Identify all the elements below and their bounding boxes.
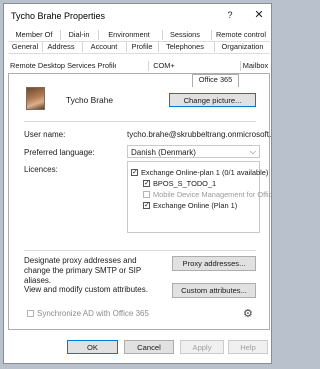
tab-sessions[interactable]: Sessions <box>162 30 207 40</box>
custom-attributes-button[interactable]: Custom attributes... <box>172 283 256 298</box>
username-value: tycho.brahe@skrubbeltrang.onmicrosoft.co… <box>127 130 272 139</box>
tab-environment[interactable]: Environment <box>98 30 159 40</box>
proxy-addresses-label: Proxy addresses... <box>182 259 246 268</box>
licence-label: Mobile Device Management for Office 365 <box>153 190 271 199</box>
separator <box>24 121 256 122</box>
licence-item: Mobile Device Management for Office 365 <box>143 189 271 200</box>
checkbox-checked-icon[interactable]: ✓ <box>143 202 150 209</box>
help-icon[interactable]: ? <box>223 10 237 20</box>
cancel-label: Cancel <box>137 342 161 352</box>
licence-item[interactable]: ✓ BPOS_S_TODO_1 <box>143 178 216 189</box>
licence-item[interactable]: ✓ Exchange Online (Plan 1) <box>143 200 237 211</box>
tab-telephones[interactable]: Telephones <box>158 42 211 52</box>
language-select[interactable]: Danish (Denmark) ⌵ <box>127 145 260 158</box>
change-picture-button[interactable]: Change picture... <box>169 93 256 107</box>
tab-profile[interactable]: Profile <box>126 42 157 52</box>
licence-label: Exchange Online-plan 1 (0/1 available) <box>141 168 269 177</box>
apply-button[interactable]: Apply <box>180 340 224 354</box>
tab-com-plus[interactable]: COM+ <box>148 61 179 71</box>
close-icon[interactable]: ✕ <box>252 8 266 21</box>
avatar <box>26 87 45 110</box>
cancel-button[interactable]: Cancel <box>124 340 174 354</box>
checkbox-unchecked-icon[interactable] <box>27 310 34 317</box>
change-picture-label: Change picture... <box>183 95 242 105</box>
window-title: Tycho Brahe Properties <box>11 11 106 21</box>
licence-label: Exchange Online (Plan 1) <box>153 201 238 210</box>
checkbox-unchecked-icon <box>143 191 150 198</box>
licences-label: Licences: <box>24 165 58 174</box>
help-button[interactable]: Help <box>228 340 268 354</box>
tab-address[interactable]: Address <box>42 42 79 52</box>
sync-label: Synchronize AD with Office 365 <box>37 309 149 318</box>
custom-attributes-label: Custom attributes... <box>181 286 247 295</box>
tab-strip: Member Of Dial-in Environment Sessions R… <box>8 29 270 87</box>
language-label: Preferred language: <box>24 148 95 157</box>
ok-label: OK <box>87 342 98 352</box>
username-label: User name: <box>24 130 66 139</box>
tab-dial-in[interactable]: Dial-in <box>60 30 97 40</box>
tab-member-of[interactable]: Member Of <box>10 30 58 40</box>
separator <box>24 250 256 251</box>
sync-option[interactable]: Synchronize AD with Office 365 <box>27 309 149 318</box>
ok-button[interactable]: OK <box>67 340 118 354</box>
custom-description: View and modify custom attributes. <box>24 285 148 294</box>
office365-panel: Tycho Brahe Change picture... User name:… <box>8 73 272 330</box>
chevron-down-icon: ⌵ <box>249 147 256 156</box>
licences-tree: ✓ Exchange Online-plan 1 (0/1 available)… <box>127 161 271 233</box>
checkbox-checked-icon[interactable]: ✓ <box>143 180 150 187</box>
display-name: Tycho Brahe <box>66 95 114 105</box>
proxy-description: Designate proxy addresses and change the… <box>24 256 142 285</box>
tab-remote-control[interactable]: Remote control <box>211 30 270 40</box>
tab-general[interactable]: General <box>10 42 40 52</box>
dialog-footer: OK Cancel Apply Help <box>4 330 271 363</box>
language-select-value: Danish (Denmark) <box>131 148 196 157</box>
tab-office-365[interactable]: Office 365 <box>192 74 239 87</box>
checkbox-checked-icon[interactable]: ✓ <box>131 169 138 176</box>
tab-remote-desktop-services-profile[interactable]: Remote Desktop Services Profile <box>10 61 116 71</box>
help-label: Help <box>240 342 256 352</box>
tab-account[interactable]: Account <box>82 42 125 52</box>
licence-label: BPOS_S_TODO_1 <box>153 179 217 188</box>
apply-label: Apply <box>192 342 212 352</box>
tab-mailbox[interactable]: Mailbox <box>240 61 270 71</box>
tab-organization[interactable]: Organization <box>214 42 270 52</box>
title-bar: Tycho Brahe Properties ? ✕ <box>4 4 271 28</box>
gear-icon[interactable]: ⚙ <box>243 307 253 320</box>
properties-dialog: Tycho Brahe Properties ? ✕ Member Of Dia… <box>3 3 272 364</box>
proxy-addresses-button[interactable]: Proxy addresses... <box>172 256 256 271</box>
licence-item[interactable]: ✓ Exchange Online-plan 1 (0/1 available) <box>131 167 268 178</box>
